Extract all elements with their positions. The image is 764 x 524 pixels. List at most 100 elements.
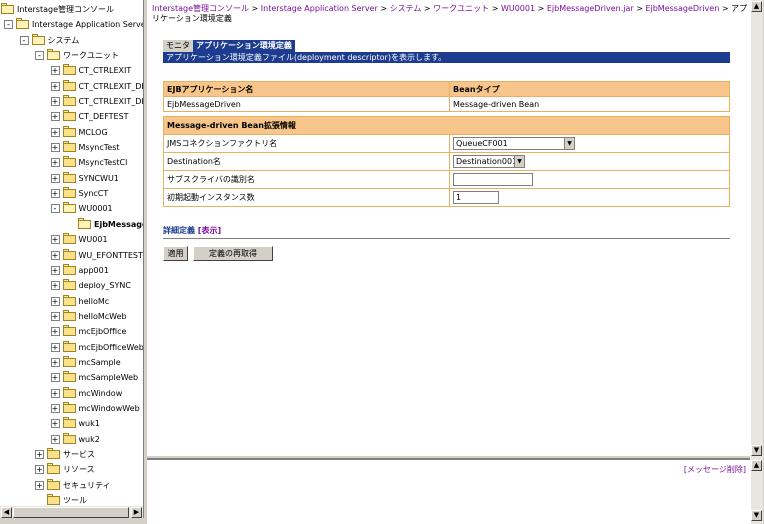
instances-input[interactable]: 1 [453,191,499,204]
tree-item[interactable]: + helloMcWeb [0,309,143,324]
expand-icon[interactable]: + [50,373,60,383]
jms-factory-select[interactable]: QueueCF001 ▼ [453,137,575,150]
breadcrumb-link[interactable]: EjbMessageDriven.jar [547,4,634,13]
tree-item[interactable]: + リソース [0,462,143,477]
tree-item[interactable]: + WU001 [0,232,143,247]
scroll-up-icon[interactable]: ▲ [751,460,762,471]
tree-item[interactable]: + MsyncTest [0,140,143,155]
tree-item-label: セキュリティ [63,480,111,490]
tree-item[interactable]: + セキュリティ [0,478,143,493]
tab-monitor[interactable]: モニタ [163,40,193,52]
show-detail-link[interactable]: [表示] [198,226,221,235]
tree-item-label: mcEjbOfficeWeb [78,342,144,352]
breadcrumb-link[interactable]: Interstage Application Server [261,4,378,13]
expand-icon[interactable]: + [50,189,60,199]
expand-icon[interactable]: + [50,357,60,367]
expand-icon[interactable]: + [50,342,60,352]
expand-icon[interactable]: + [50,97,60,107]
expand-icon[interactable]: + [50,296,60,306]
expand-icon[interactable]: + [50,127,60,137]
expand-icon[interactable]: + [50,281,60,291]
expand-icon[interactable]: + [35,465,44,475]
tree-item[interactable]: + wuk2 [0,432,143,447]
tree-item[interactable]: + mcSampleWeb [0,370,143,385]
tree-item[interactable]: - Interstage Application Server [0,17,143,32]
tree-item-label: mcWindowWeb [78,403,140,413]
expand-icon[interactable]: + [50,66,60,76]
scroll-up-icon[interactable]: ▲ [751,1,762,12]
expand-icon[interactable]: + [50,112,60,122]
folder-icon [62,432,76,444]
breadcrumb-link[interactable]: EjbMessageDriven [645,4,719,13]
tree-item[interactable]: + CT_CTRLEXIT [0,63,143,78]
subscriber-input[interactable] [453,173,533,186]
destination-select[interactable]: Destination001 ▼ [453,155,525,168]
tree-item[interactable]: + SyncCT [0,186,143,201]
message-vertical-scrollbar[interactable]: ▲ ▼ [750,458,763,524]
tree-item[interactable]: + mcSample [0,355,143,370]
tree-item[interactable]: + WU_EFONTTEST [0,248,143,263]
bean-type-header: Beanタイプ [449,81,730,97]
tree-item[interactable]: + CT_CTRLEXIT_DB [0,94,143,109]
expand-icon[interactable]: + [50,434,60,444]
expand-icon[interactable]: + [50,143,60,153]
tree-item[interactable]: + CT_CTRLEXIT_DB [0,79,143,94]
expand-icon[interactable]: + [50,173,60,183]
expand-icon[interactable]: + [50,311,60,321]
tree-item[interactable]: + app001 [0,263,143,278]
tree-item[interactable]: + mcEjbOfficeWeb [0,340,144,355]
tree-item[interactable]: - システム [0,33,143,48]
tree-item[interactable]: + サービス [0,447,143,462]
expand-icon[interactable]: + [50,81,60,91]
expand-icon[interactable]: + [50,419,60,429]
scroll-down-icon[interactable]: ▼ [751,510,762,521]
tree-item[interactable]: - WU0001 [0,201,143,216]
tree-item[interactable]: + mcEjbOffice [0,324,143,339]
tree-item[interactable]: + CT_DEFTEST [0,109,143,124]
tree-item[interactable]: + MsyncTestCl [0,155,143,170]
tree-item[interactable]: + mcWindow [0,386,143,401]
collapse-icon[interactable]: - [19,35,29,45]
breadcrumb-link[interactable]: Interstage管理コンソール [152,4,249,13]
expand-icon[interactable]: + [50,388,60,398]
reload-definition-button[interactable]: 定義の再取得 [193,246,273,261]
expand-icon[interactable]: + [50,403,60,413]
tree-item[interactable]: EjbMessage [0,217,143,232]
expand-icon[interactable]: + [35,449,44,459]
chevron-down-icon[interactable]: ▼ [514,156,524,167]
collapse-icon[interactable]: - [4,20,13,30]
collapse-icon[interactable]: - [50,204,60,214]
tree-item[interactable]: + mcWindowWeb [0,401,143,416]
chevron-down-icon[interactable]: ▼ [564,138,574,149]
tree-horizontal-scrollbar[interactable]: ◀ ▶ [0,505,143,518]
main-vertical-scrollbar[interactable]: ▲ ▼ [750,0,763,458]
breadcrumb-link[interactable]: システム [390,4,422,13]
clear-messages-link[interactable]: [メッセージ削除] [684,464,746,475]
tree-item[interactable]: Interstage管理コンソール [0,2,143,17]
expand-icon[interactable]: + [50,265,60,275]
folder-icon [16,18,29,30]
expand-icon[interactable]: + [35,480,44,490]
apply-button[interactable]: 適用 [163,246,188,261]
expand-icon[interactable]: + [50,158,60,168]
scroll-thumb[interactable] [13,507,129,518]
tree-item[interactable]: + MCLOG [0,125,143,140]
scroll-left-icon[interactable]: ◀ [1,507,12,518]
bean-type-value: Message-driven Bean [449,96,730,112]
ejb-info-table: EJBアプリケーション名 Beanタイプ EjbMessageDriven Me… [163,81,730,112]
tree-list: Interstage管理コンソール - Interstage Application… [0,2,144,508]
tree-item[interactable]: + wuk1 [0,416,143,431]
expand-icon[interactable]: + [50,235,60,245]
tree-item[interactable]: + helloMc [0,294,143,309]
tab-app-definition[interactable]: アプリケーション環境定義 [193,40,295,52]
expand-icon[interactable]: + [50,250,60,260]
breadcrumb-link[interactable]: WU0001 [501,4,535,13]
tree-item[interactable]: - ワークユニット [0,48,143,63]
tree-item[interactable]: + SYNCWU1 [0,171,143,186]
scroll-down-icon[interactable]: ▼ [751,445,762,456]
tree-item[interactable]: + deploy_SYNC [0,278,143,293]
collapse-icon[interactable]: - [35,51,44,61]
scroll-right-icon[interactable]: ▶ [131,507,142,518]
expand-icon[interactable]: + [50,327,60,337]
breadcrumb-link[interactable]: ワークユニット [433,4,489,13]
